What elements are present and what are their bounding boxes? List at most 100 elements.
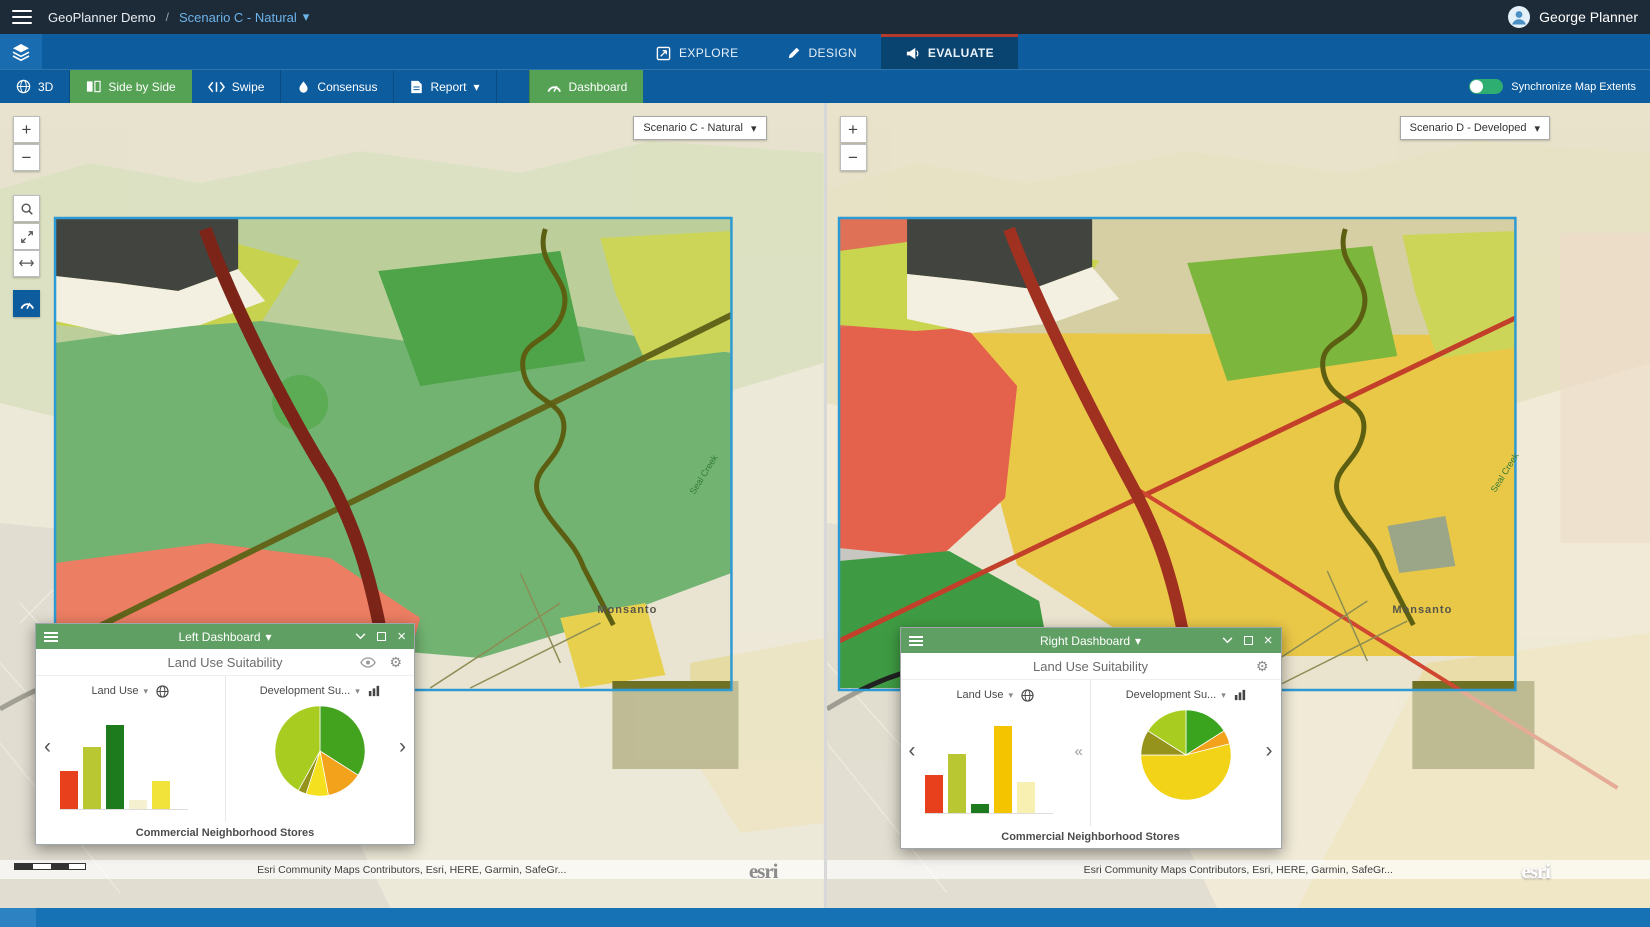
consensus-pin-icon	[297, 80, 310, 94]
plus-icon: +	[22, 120, 32, 140]
land-use-selector[interactable]: Land Use ▾	[91, 685, 148, 697]
consensus-button[interactable]: Consensus	[281, 70, 394, 103]
caret-down-icon[interactable]: ▾	[266, 630, 272, 644]
zoom-out-button[interactable]: −	[13, 144, 40, 171]
caret-down-icon: ▾	[1534, 122, 1540, 135]
visibility-eye-icon[interactable]	[360, 657, 376, 668]
user-menu[interactable]: George Planner	[1507, 5, 1638, 29]
dashboard-charts-row: Land Use ▾ Development Su... ▾	[36, 676, 414, 822]
right-dashboard-window: Right Dashboard ▾ × Land Use Suitability…	[900, 627, 1282, 849]
carousel-collapse-icon[interactable]: «	[1075, 744, 1083, 759]
sync-extents-toggle[interactable]	[1469, 79, 1503, 94]
swipe-button[interactable]: Swipe	[192, 70, 282, 103]
esri-logo: esri	[1521, 859, 1550, 884]
dashboard-charts-row: Land Use ▾ Development Su... ▾	[901, 680, 1281, 826]
collapse-window-icon[interactable]	[1222, 637, 1233, 644]
swipe-label: Swipe	[232, 80, 265, 94]
bar-segment	[1017, 782, 1035, 813]
caret-down-icon: ▾	[1221, 690, 1226, 701]
right-dashboard-title: Right Dashboard	[1040, 634, 1130, 648]
breadcrumb-scenario-label: Scenario C - Natural	[179, 10, 297, 25]
left-scenario-selector[interactable]: Scenario C - Natural ▾	[633, 116, 766, 140]
user-name: George Planner	[1539, 9, 1638, 25]
tab-explore[interactable]: EXPLORE	[632, 34, 763, 69]
3d-button[interactable]: 3D	[0, 70, 70, 103]
app-menu-icon[interactable]	[12, 10, 32, 24]
user-avatar-icon	[1507, 5, 1531, 29]
dashboard-menu-icon[interactable]	[909, 636, 923, 646]
side-by-side-icon	[86, 79, 101, 94]
search-button[interactable]	[13, 195, 40, 222]
left-map-pane: Monsanto Seal Creek + − Scenario C -	[0, 103, 824, 908]
zoom-in-button[interactable]: +	[13, 116, 40, 143]
bottom-bar-widget[interactable]	[0, 908, 36, 927]
caret-down-icon: ▾	[751, 122, 757, 135]
development-selector[interactable]: Development Su... ▾	[1126, 689, 1226, 701]
map-comparison-area: Monsanto Seal Creek + − Scenario C -	[0, 103, 1650, 908]
development-pie-chart	[1139, 708, 1233, 802]
compare-extent-button[interactable]	[13, 250, 40, 277]
dashboard-map-button[interactable]	[13, 290, 40, 317]
caret-down-icon[interactable]: ▾	[1135, 634, 1141, 648]
monsanto-map-label: Monsanto	[597, 604, 657, 616]
left-dashboard-header[interactable]: Left Dashboard ▾ ×	[36, 624, 414, 649]
development-chart-card: Development Su... ▾	[1090, 680, 1281, 826]
right-scenario-value: Scenario D - Developed	[1410, 122, 1527, 134]
right-dashboard-header[interactable]: Right Dashboard ▾ ×	[901, 628, 1281, 653]
report-document-icon	[410, 80, 423, 94]
bar-segment	[129, 800, 147, 810]
carousel-prev-icon[interactable]: ‹	[909, 740, 916, 761]
gear-icon[interactable]: ⚙	[389, 654, 402, 671]
bar-segment	[60, 771, 78, 809]
close-window-icon[interactable]: ×	[1264, 633, 1273, 648]
sync-extents-label: Synchronize Map Extents	[1511, 81, 1636, 93]
carousel-prev-icon[interactable]: ‹	[44, 736, 51, 757]
carousel-next-icon[interactable]: ›	[399, 736, 406, 757]
explore-icon	[656, 46, 671, 61]
app-title: GeoPlanner Demo	[48, 10, 156, 25]
gauge-icon	[19, 297, 35, 310]
evaluate-toolbar: 3D Side by Side Swipe Consensus Report ▾…	[0, 69, 1650, 103]
chart-caption: Commercial Neighborhood Stores	[36, 822, 414, 844]
gear-icon[interactable]: ⚙	[1256, 658, 1269, 675]
report-button[interactable]: Report ▾	[394, 70, 496, 103]
side-by-side-button[interactable]: Side by Side	[70, 70, 191, 103]
widget-header: Land Use Suitability ⚙	[36, 649, 414, 676]
caret-down-icon: ▾	[144, 686, 149, 697]
minus-icon: −	[848, 148, 858, 168]
zoom-out-button[interactable]: −	[840, 144, 867, 171]
tab-design-label: DESIGN	[808, 46, 856, 60]
bar-chart-icon	[368, 685, 380, 697]
right-map-pane: Monsanto Seal Creek + − Scenario D - Dev…	[827, 103, 1650, 908]
layers-button[interactable]	[0, 34, 42, 69]
bar-segment	[925, 775, 943, 813]
close-window-icon[interactable]: ×	[397, 629, 406, 644]
minus-icon: −	[22, 148, 32, 168]
bar-segment	[106, 725, 124, 809]
right-scenario-selector[interactable]: Scenario D - Developed ▾	[1400, 116, 1550, 140]
chart-caption: Commercial Neighborhood Stores	[901, 826, 1281, 848]
toggle-knob	[1470, 80, 1483, 93]
dashboard-button[interactable]: Dashboard	[529, 70, 644, 103]
collapse-window-icon[interactable]	[355, 633, 366, 640]
mode-tabs: EXPLORE DESIGN EVALUATE	[632, 34, 1018, 69]
dashboard-menu-icon[interactable]	[44, 632, 58, 642]
zoom-in-button[interactable]: +	[840, 116, 867, 143]
widget-title: Land Use Suitability	[1033, 659, 1148, 674]
development-selector[interactable]: Development Su... ▾	[260, 685, 360, 697]
development-pie-chart	[273, 704, 367, 798]
land-use-selector[interactable]: Land Use ▾	[956, 689, 1013, 701]
carousel-next-icon[interactable]: ›	[1266, 740, 1273, 761]
development-chart-card: Development Su... ▾	[225, 676, 415, 822]
expand-extent-button[interactable]	[13, 223, 40, 250]
top-app-bar: GeoPlanner Demo / Scenario C - Natural ▾…	[0, 0, 1650, 34]
tab-evaluate[interactable]: EVALUATE	[881, 34, 1018, 69]
globe-icon	[1021, 689, 1034, 702]
breadcrumb-scenario-dropdown[interactable]: Scenario C - Natural ▾	[179, 9, 309, 25]
left-dashboard-window: Left Dashboard ▾ × Land Use Suitability	[35, 623, 415, 845]
tab-design[interactable]: DESIGN	[762, 34, 880, 69]
maximize-window-icon[interactable]	[1244, 636, 1253, 645]
caret-down-icon: ▾	[1009, 690, 1014, 701]
development-selector-value: Development Su...	[1126, 689, 1217, 701]
maximize-window-icon[interactable]	[377, 632, 386, 641]
